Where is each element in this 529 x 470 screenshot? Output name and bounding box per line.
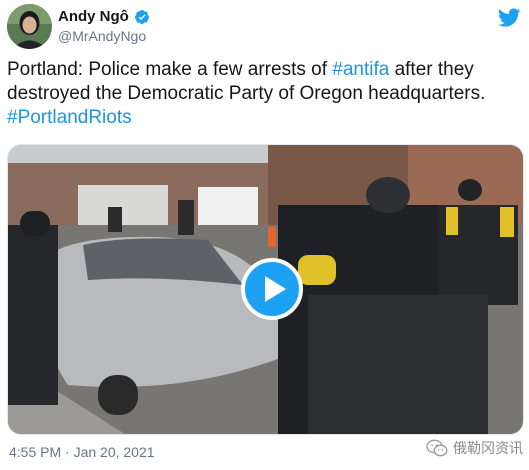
- watermark-text: 俄勒冈资讯: [453, 440, 523, 456]
- tweet-text: Portland: Police make a few arrests of #…: [7, 58, 522, 130]
- author-handle[interactable]: @MrAndyNgo: [58, 28, 146, 44]
- hashtag-antifa[interactable]: #antifa: [332, 59, 389, 80]
- play-button[interactable]: [241, 258, 303, 320]
- watermark: 俄勒冈资讯: [426, 438, 523, 458]
- tweet-card: Andy Ngô @MrAndyNgo Portland: Police mak…: [0, 0, 529, 470]
- verified-badge-icon: [134, 9, 149, 24]
- hashtag-portland-riots[interactable]: #PortlandRiots: [7, 107, 132, 128]
- tweet-timestamp[interactable]: 4:55 PM · Jan 20, 2021: [9, 444, 155, 460]
- avatar[interactable]: [7, 4, 52, 49]
- twitter-bird-icon[interactable]: [498, 8, 521, 28]
- author-display-name[interactable]: Andy Ngô: [58, 8, 150, 25]
- tweet-text-part-1: Portland: Police make a few arrests of: [7, 59, 333, 80]
- play-icon: [264, 276, 286, 302]
- video-player[interactable]: [7, 144, 524, 435]
- author-name-text[interactable]: Andy Ngô: [58, 8, 129, 25]
- wechat-icon: [426, 439, 448, 457]
